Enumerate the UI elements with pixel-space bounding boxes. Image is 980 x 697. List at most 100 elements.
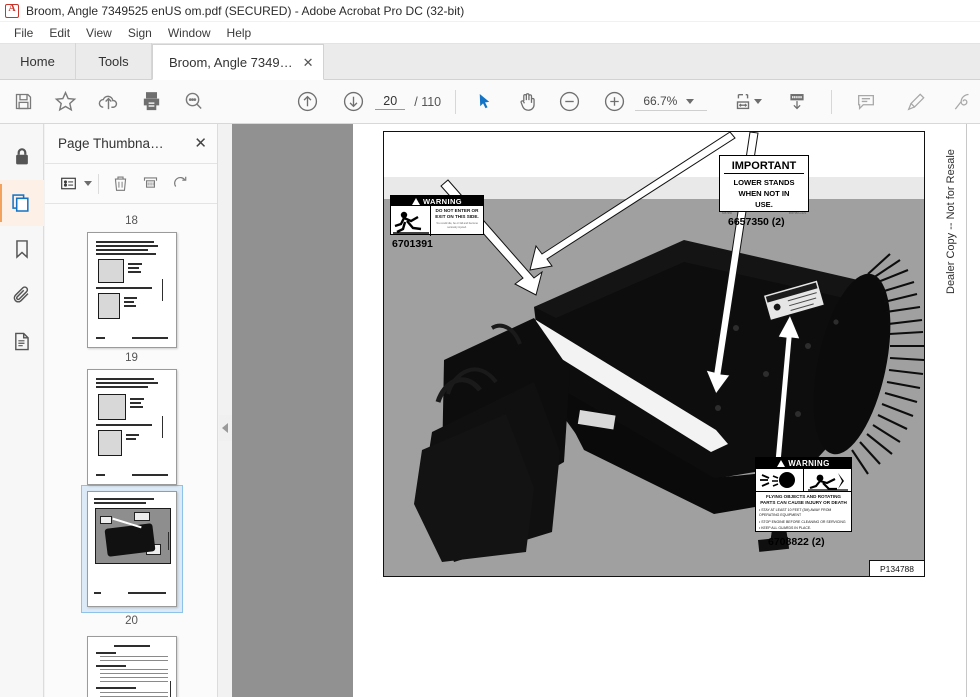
comment-icon[interactable] — [848, 80, 883, 124]
important-line-1: LOWER STANDS — [733, 178, 795, 187]
cloud-upload-icon[interactable] — [91, 80, 126, 124]
warning-triangle-icon — [411, 197, 420, 205]
important-code-right: 6657350 enUS — [788, 212, 806, 215]
page-total-label: / 110 — [414, 94, 442, 109]
thumbnail-selection-highlight — [80, 485, 183, 613]
tab-document[interactable]: Broom, Angle 7349… ✕ — [152, 44, 325, 80]
important-line-3: USE. — [755, 200, 773, 209]
sidebar-item-page-thumbnails[interactable] — [0, 180, 44, 226]
options-menu-icon[interactable] — [53, 169, 83, 199]
sidebar-item-layers[interactable] — [0, 318, 44, 364]
warning-body-line-2: EXIT ON THIS SIDE. — [435, 213, 479, 219]
menu-sign[interactable]: Sign — [120, 24, 160, 42]
thumbnail-page-number: 20 — [125, 615, 138, 627]
important-line-2: WHEN NOT IN — [738, 189, 790, 198]
next-page-icon[interactable] — [337, 80, 372, 124]
zoom-level-selector[interactable]: 66.7% — [635, 92, 708, 111]
page-thumbnail[interactable] — [86, 232, 177, 348]
decal-part-number-6708822: 6708822 (2) — [768, 536, 825, 548]
warning-header-bar: WARNING — [756, 458, 851, 469]
chevron-down-icon[interactable] — [686, 98, 695, 104]
warning-header-text: WARNING — [788, 459, 830, 468]
decal-part-number-6657350: 6657350 (2) — [728, 216, 785, 228]
draw-icon[interactable] — [946, 80, 980, 124]
sidebar-item-attachments[interactable] — [0, 272, 44, 318]
warning-body-line-1: DO NOT ENTER OR — [435, 208, 479, 213]
menu-view[interactable]: View — [78, 24, 120, 42]
zoom-level-value: 66.7% — [643, 94, 678, 108]
search-icon[interactable] — [176, 80, 211, 124]
warning-body-line-2: PARTS CAN CAUSE INJURY OR DEATH — [760, 499, 847, 505]
important-code-left: 6657350 — [722, 212, 733, 215]
window-title: Broom, Angle 7349525 enUS om.pdf (SECURE… — [26, 3, 465, 18]
warning-header-text: WARNING — [422, 196, 463, 206]
title-bar: Broom, Angle 7349525 enUS om.pdf (SECURE… — [0, 0, 980, 22]
pdf-page: Dealer Copy -- Not for Resale WARNING DO… — [353, 124, 980, 697]
delete-pages-icon[interactable] — [105, 169, 135, 199]
page-thumbnail[interactable] — [86, 491, 177, 607]
navigation-rail — [0, 124, 44, 697]
close-icon[interactable]: ✕ — [194, 136, 207, 151]
chevron-down-icon[interactable] — [84, 181, 92, 186]
warning-fine-print: You could die, be or fall and become ser… — [436, 222, 478, 229]
document-viewport[interactable]: Dealer Copy -- Not for Resale WARNING DO… — [232, 124, 980, 697]
fit-chevron-down-icon[interactable] — [753, 99, 762, 104]
decal-warning-do-not-enter: WARNING DO NOT ENTER OR EXIT ON THIS SID… — [390, 195, 484, 236]
scroll-mode-icon[interactable] — [780, 80, 815, 124]
figure-illustration: WARNING DO NOT ENTER OR EXIT ON THIS SID… — [383, 131, 925, 577]
zoom-out-icon[interactable] — [552, 80, 587, 124]
warning-triangle-icon — [777, 460, 786, 467]
dealer-copy-watermark: Dealer Copy -- Not for Resale — [945, 149, 957, 294]
highlight-icon[interactable] — [899, 80, 934, 124]
rotate-pages-icon[interactable] — [165, 169, 195, 199]
menu-help[interactable]: Help — [219, 24, 260, 42]
save-icon[interactable] — [6, 80, 41, 124]
hand-icon[interactable] — [510, 80, 545, 124]
thumbnail-list[interactable]: 18 19 20 — [45, 205, 218, 697]
tab-document-label: Broom, Angle 7349… — [169, 54, 293, 70]
warning-header-bar: WARNING — [391, 196, 483, 206]
sidebar-item-security-lock[interactable] — [0, 134, 44, 180]
thumbnail-item[interactable]: 19 — [45, 348, 218, 485]
warning-bullet-1: • STAY AT LEAST 10 FEET (3M) AWAY FROM O… — [759, 508, 832, 518]
current-page-input[interactable] — [375, 93, 406, 110]
select-cursor-icon[interactable] — [467, 80, 502, 124]
menu-edit[interactable]: Edit — [41, 24, 78, 42]
thumbnail-page-number: 19 — [125, 352, 138, 364]
tab-tools[interactable]: Tools — [76, 43, 152, 79]
page-margin-rule — [966, 124, 967, 697]
menu-file[interactable]: File — [6, 24, 41, 42]
warning-bullet-3: • KEEP ALL GUARDS IN PLACE. — [759, 526, 812, 531]
previous-page-icon[interactable] — [290, 80, 325, 124]
thumbnail-page-number: 18 — [125, 215, 138, 227]
warning-body-line-1: FLYING OBJECTS AND ROTATING — [765, 494, 842, 499]
zoom-in-icon[interactable] — [597, 80, 632, 124]
star-icon[interactable] — [49, 80, 84, 124]
decal-important-lower-stands: IMPORTANT LOWER STANDS WHEN NOT IN USE. … — [719, 155, 809, 215]
adobe-acrobat-icon — [5, 3, 19, 18]
print-icon[interactable] — [134, 80, 169, 124]
menu-window[interactable]: Window — [160, 24, 219, 42]
thumbnail-item[interactable]: 21 — [45, 636, 218, 697]
flying-debris-pictogram — [760, 472, 795, 488]
warning-bullet-2: • STOP ENGINE BEFORE CLEANING OR SERVICI… — [759, 519, 846, 524]
toolbar-divider-2 — [830, 89, 832, 114]
person-falling-pictogram — [393, 211, 429, 234]
thumbnails-panel-title: Page Thumbna… — [58, 136, 164, 151]
main-toolbar: / 110 66.7% — [0, 80, 980, 124]
sidebar-item-bookmarks[interactable] — [0, 226, 44, 272]
extract-pages-icon[interactable] — [135, 169, 165, 199]
close-icon[interactable]: ✕ — [303, 56, 314, 69]
thumbnail-item[interactable]: 18 — [45, 211, 218, 348]
panel-collapse-button[interactable] — [219, 415, 232, 441]
tab-strip: Home Tools Broom, Angle 7349… ✕ — [0, 43, 980, 80]
thumbnail-item-selected[interactable]: 20 — [45, 485, 218, 632]
decal-part-number-6701391: 6701391 — [392, 238, 433, 250]
figure-id-label: P134788 — [869, 560, 924, 576]
tab-home[interactable]: Home — [0, 43, 76, 79]
important-header-text: IMPORTANT — [723, 159, 805, 174]
page-navigation: / 110 — [375, 93, 441, 110]
menu-bar: File Edit View Sign Window Help — [0, 22, 980, 44]
page-thumbnail[interactable] — [86, 636, 177, 697]
page-thumbnail[interactable] — [86, 369, 177, 485]
